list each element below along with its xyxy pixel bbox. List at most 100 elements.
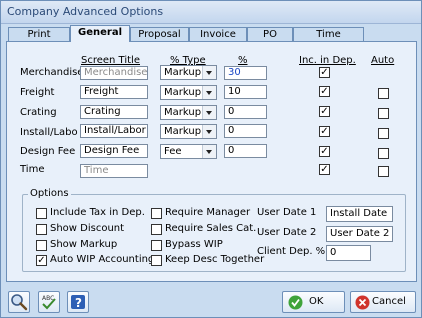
auto-wip-label: Auto WIP Accounting bbox=[50, 254, 155, 265]
chevron-down-icon bbox=[202, 125, 216, 138]
select-value: Markup bbox=[164, 67, 202, 78]
pct-merchandise[interactable]: 30 bbox=[224, 66, 267, 80]
show-markup-checkbox[interactable] bbox=[36, 240, 47, 251]
tab-proposal[interactable]: Proposal bbox=[130, 27, 189, 41]
keep-desc-together-checkbox[interactable] bbox=[151, 255, 162, 266]
inc-checkbox-design-fee[interactable]: ✓ bbox=[319, 146, 330, 157]
tab-label: Time bbox=[316, 29, 341, 40]
screen-title-crating[interactable]: Crating bbox=[80, 105, 148, 119]
pct-install-labor[interactable]: 0 bbox=[224, 124, 267, 138]
close-icon bbox=[355, 295, 370, 310]
row-label-design-fee: Design Fee bbox=[20, 146, 76, 157]
row-label-freight: Freight bbox=[20, 87, 55, 98]
pct-crating[interactable]: 0 bbox=[224, 105, 267, 119]
spell-check-icon: ABC bbox=[42, 295, 56, 310]
tab-po[interactable]: PO bbox=[247, 27, 293, 41]
pct-type-install-labor[interactable]: Markup bbox=[160, 124, 217, 139]
user-date-1-input[interactable]: Install Date bbox=[326, 206, 393, 222]
bypass-wip-checkbox[interactable] bbox=[151, 240, 162, 251]
include-tax-label: Include Tax in Dep. bbox=[50, 207, 145, 218]
select-value: Markup bbox=[164, 87, 202, 98]
show-discount-label: Show Discount bbox=[50, 223, 125, 234]
pct-design-fee[interactable]: 0 bbox=[224, 144, 267, 158]
auto-checkbox-install-labor[interactable] bbox=[378, 128, 389, 139]
tab-label: PO bbox=[263, 29, 277, 40]
check-icon: ✓ bbox=[320, 106, 329, 117]
chevron-down-icon bbox=[202, 66, 216, 79]
pct-type-crating[interactable]: Markup bbox=[160, 105, 217, 120]
pct-freight[interactable]: 10 bbox=[224, 85, 267, 99]
ok-label: OK bbox=[309, 296, 324, 307]
inc-checkbox-install-labor[interactable]: ✓ bbox=[319, 126, 330, 137]
require-sales-cat-label: Require Sales Cat. bbox=[165, 223, 257, 234]
include-tax-checkbox[interactable] bbox=[36, 208, 47, 219]
screen-title-install-labor[interactable]: Install/Labor bbox=[80, 124, 148, 138]
check-icon: ✓ bbox=[37, 255, 46, 266]
check-icon: ✓ bbox=[320, 86, 329, 97]
row-label-merchandise: Merchandise bbox=[20, 67, 84, 78]
user-date-1-label: User Date 1 bbox=[257, 207, 317, 218]
check-icon: ✓ bbox=[320, 146, 329, 157]
screen-title-merchandise[interactable]: Merchandise bbox=[80, 66, 148, 80]
tab-label: Print bbox=[27, 29, 51, 40]
auto-checkbox-freight[interactable] bbox=[378, 88, 389, 99]
inc-checkbox-freight[interactable]: ✓ bbox=[319, 86, 330, 97]
show-discount-checkbox[interactable] bbox=[36, 224, 47, 235]
screen-title-design-fee[interactable]: Design Fee bbox=[80, 144, 148, 158]
ok-button[interactable]: OK bbox=[282, 291, 345, 313]
user-date-2-label: User Date 2 bbox=[257, 227, 317, 238]
inc-checkbox-merchandise[interactable]: ✓ bbox=[319, 67, 330, 78]
col-inc-in-dep: Inc. in Dep. bbox=[299, 55, 356, 66]
help-button[interactable]: ? bbox=[67, 291, 89, 313]
chevron-down-icon bbox=[202, 145, 216, 158]
require-manager-checkbox[interactable] bbox=[151, 208, 162, 219]
pct-type-freight[interactable]: Markup bbox=[160, 85, 217, 100]
chevron-down-icon bbox=[202, 86, 216, 99]
row-label-time: Time bbox=[20, 164, 45, 175]
keep-desc-together-label: Keep Desc Together bbox=[165, 254, 265, 265]
check-icon: ✓ bbox=[320, 164, 329, 175]
svg-text:?: ? bbox=[75, 296, 82, 310]
user-date-2-input[interactable]: User Date 2 bbox=[326, 226, 393, 242]
magnifier-icon bbox=[11, 294, 28, 311]
help-icon: ? bbox=[71, 295, 85, 310]
auto-wip-checkbox[interactable]: ✓ bbox=[36, 255, 47, 266]
tab-print[interactable]: Print bbox=[8, 27, 70, 41]
auto-checkbox-design-fee[interactable] bbox=[378, 148, 389, 159]
tab-general[interactable]: General bbox=[70, 25, 130, 42]
check-icon: ✓ bbox=[320, 126, 329, 137]
select-value: Markup bbox=[164, 126, 202, 137]
cancel-label: Cancel bbox=[372, 296, 406, 307]
select-value: Fee bbox=[164, 146, 182, 157]
select-value: Markup bbox=[164, 107, 202, 118]
screen-title-time[interactable]: Time bbox=[80, 164, 148, 178]
options-legend: Options bbox=[28, 188, 71, 199]
auto-checkbox-time[interactable] bbox=[378, 166, 389, 177]
check-icon: ✓ bbox=[320, 67, 329, 78]
inc-checkbox-time[interactable]: ✓ bbox=[319, 164, 330, 175]
search-button[interactable] bbox=[8, 291, 30, 313]
auto-checkbox-crating[interactable] bbox=[378, 108, 389, 119]
title-bar: Company Advanced Options bbox=[1, 1, 421, 24]
col-screen-title: Screen Title bbox=[81, 55, 140, 66]
inc-checkbox-crating[interactable]: ✓ bbox=[319, 106, 330, 117]
require-manager-label: Require Manager bbox=[165, 207, 251, 218]
tab-label: General bbox=[78, 27, 122, 38]
pct-type-merchandise[interactable]: Markup bbox=[160, 65, 217, 80]
require-sales-cat-checkbox[interactable] bbox=[151, 224, 162, 235]
tab-label: Invoice bbox=[200, 29, 236, 40]
chevron-down-icon bbox=[202, 106, 216, 119]
client-dep-input[interactable]: 0 bbox=[326, 245, 371, 261]
window: Company Advanced Options Print General P… bbox=[0, 0, 422, 318]
screen-title-freight[interactable]: Freight bbox=[80, 85, 148, 99]
row-label-install-labor: Install/Labo bbox=[20, 127, 78, 138]
col-pct: % bbox=[238, 55, 248, 66]
col-auto: Auto bbox=[371, 55, 395, 66]
pct-type-design-fee[interactable]: Fee bbox=[160, 144, 217, 159]
spell-check-button[interactable]: ABC bbox=[38, 291, 60, 313]
tab-invoice[interactable]: Invoice bbox=[189, 27, 247, 41]
window-title: Company Advanced Options bbox=[7, 5, 164, 18]
tab-time[interactable]: Time bbox=[293, 27, 364, 41]
cancel-button[interactable]: Cancel bbox=[350, 291, 416, 313]
client-dep-label: Client Dep. % bbox=[257, 246, 326, 257]
